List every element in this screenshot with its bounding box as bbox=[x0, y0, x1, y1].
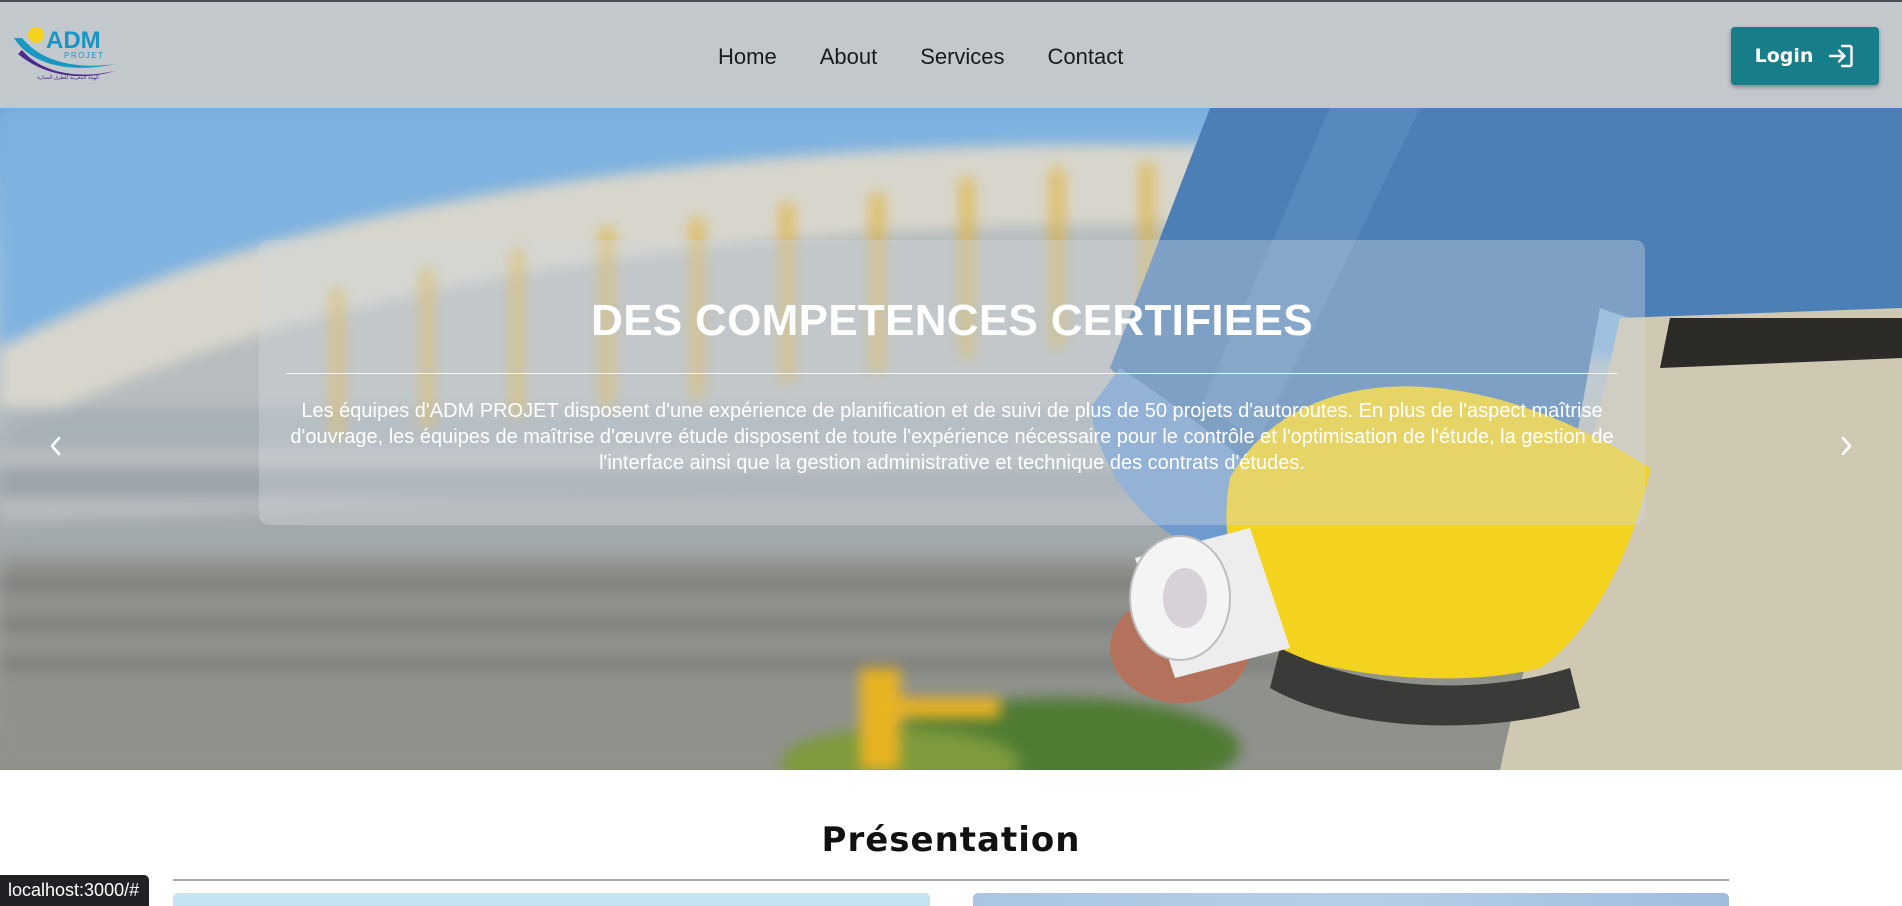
carousel-caption: DES COMPETENCES CERTIFIEES Les équipes d… bbox=[259, 240, 1645, 525]
login-button-label: Login bbox=[1754, 45, 1814, 67]
nav-link-contact[interactable]: Contact bbox=[1048, 44, 1124, 70]
main-nav: Home About Services Contact bbox=[718, 44, 1166, 70]
carousel-next-button[interactable] bbox=[1826, 426, 1866, 466]
presentation-card-left bbox=[173, 893, 930, 906]
presentation-card-right bbox=[973, 893, 1729, 906]
carousel-caption-text: Les équipes d'ADM PROJET disposent d'une… bbox=[290, 400, 1614, 474]
carousel-prev-button[interactable] bbox=[36, 426, 76, 466]
chevron-right-icon bbox=[1841, 436, 1852, 456]
carousel-caption-title: DES COMPETENCES CERTIFIEES bbox=[591, 296, 1313, 345]
caption-divider bbox=[286, 373, 1618, 374]
hero-carousel: DES COMPETENCES CERTIFIEES Les équipes d… bbox=[0, 108, 1902, 770]
presentation-divider bbox=[173, 879, 1729, 881]
navbar: ADM PROJET الهيئة المغربية للطرق السيارة… bbox=[0, 0, 1902, 108]
nav-link-about[interactable]: About bbox=[820, 44, 878, 70]
nav-link-home[interactable]: Home bbox=[718, 44, 777, 70]
adm-projet-logo[interactable]: ADM PROJET الهيئة المغربية للطرق السيارة bbox=[12, 24, 120, 82]
logo-tagline: الهيئة المغربية للطرق السيارة bbox=[37, 75, 99, 81]
presentation-title: Présentation bbox=[821, 820, 1081, 860]
chevron-left-icon bbox=[50, 436, 61, 456]
login-button[interactable]: Login bbox=[1731, 27, 1879, 85]
logo-subtext: PROJET bbox=[64, 51, 105, 60]
login-icon bbox=[1829, 44, 1854, 68]
status-url-tooltip: localhost:3000/# bbox=[0, 875, 150, 906]
nav-link-services[interactable]: Services bbox=[920, 44, 1004, 70]
logo-text: ADM bbox=[46, 27, 101, 54]
